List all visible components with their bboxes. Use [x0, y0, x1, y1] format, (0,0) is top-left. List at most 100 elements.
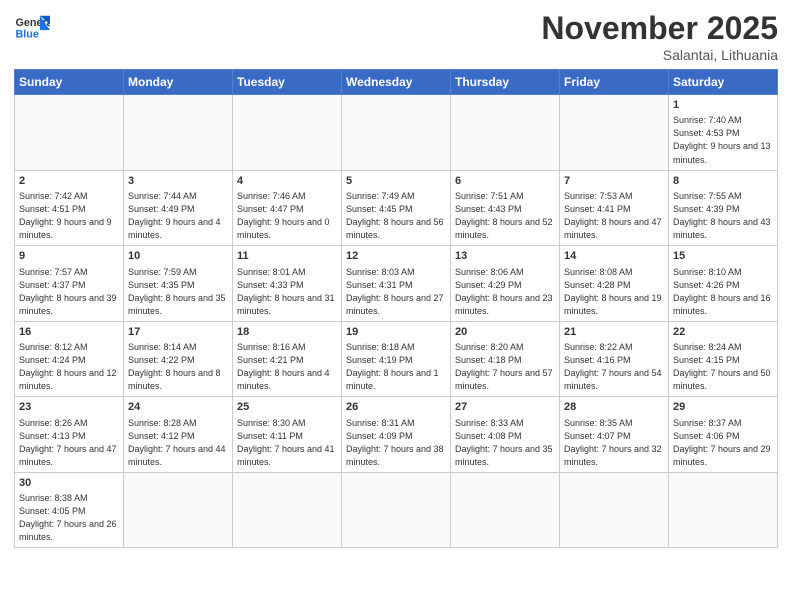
- weekday-header-thursday: Thursday: [451, 70, 560, 95]
- calendar-week-3: 9 Sunrise: 7:57 AM Sunset: 4:37 PM Daylig…: [15, 246, 778, 322]
- calendar-day: [233, 472, 342, 548]
- day-number: 6: [455, 174, 555, 189]
- title-block: November 2025 Salantai, Lithuania: [541, 10, 778, 63]
- calendar-week-2: 2Sunrise: 7:42 AM Sunset: 4:51 PM Daylig…: [15, 170, 778, 246]
- calendar-day: [15, 95, 124, 171]
- day-info: Sunrise: 7:57 AM Sunset: 4:37 PM Dayligh…: [19, 266, 119, 318]
- calendar-day: [124, 95, 233, 171]
- calendar-day: 20Sunrise: 8:20 AM Sunset: 4:18 PM Dayli…: [451, 321, 560, 397]
- calendar-day: 1Sunrise: 7:40 AM Sunset: 4:53 PM Daylig…: [669, 95, 778, 171]
- day-info: Sunrise: 8:06 AM Sunset: 4:29 PM Dayligh…: [455, 266, 555, 318]
- day-info: Sunrise: 8:37 AM Sunset: 4:06 PM Dayligh…: [673, 417, 773, 469]
- day-number: 15: [673, 249, 773, 264]
- day-number: 1: [673, 98, 773, 113]
- calendar-day: 27 Sunrise: 8:33 AM Sunset: 4:08 PM Dayli…: [451, 397, 560, 473]
- weekday-header-row: SundayMondayTuesdayWednesdayThursdayFrid…: [15, 70, 778, 95]
- calendar-day: 2Sunrise: 7:42 AM Sunset: 4:51 PM Daylig…: [15, 170, 124, 246]
- logo-icon: General Blue: [14, 10, 50, 46]
- day-number: 3: [128, 174, 228, 189]
- day-number: 20: [455, 325, 555, 340]
- day-number: 26: [346, 400, 446, 415]
- calendar-day: 12 Sunrise: 8:03 AM Sunset: 4:31 PM Dayli…: [342, 246, 451, 322]
- calendar-day: 29 Sunrise: 8:37 AM Sunset: 4:06 PM Dayli…: [669, 397, 778, 473]
- day-info: Sunrise: 7:44 AM Sunset: 4:49 PM Dayligh…: [128, 190, 228, 242]
- day-info: Sunrise: 8:38 AM Sunset: 4:05 PM Dayligh…: [19, 492, 119, 544]
- weekday-header-tuesday: Tuesday: [233, 70, 342, 95]
- calendar-day: 30Sunrise: 8:38 AM Sunset: 4:05 PM Dayli…: [15, 472, 124, 548]
- calendar-day: [233, 95, 342, 171]
- day-number: 23: [19, 400, 119, 415]
- calendar-day: [669, 472, 778, 548]
- day-number: 18: [237, 325, 337, 340]
- day-info: Sunrise: 8:31 AM Sunset: 4:09 PM Dayligh…: [346, 417, 446, 469]
- page-container: General Blue November 2025 Salantai, Lit…: [0, 0, 792, 558]
- day-info: Sunrise: 8:14 AM Sunset: 4:22 PM Dayligh…: [128, 341, 228, 393]
- calendar-day: 9 Sunrise: 7:57 AM Sunset: 4:37 PM Daylig…: [15, 246, 124, 322]
- calendar-table: SundayMondayTuesdayWednesdayThursdayFrid…: [14, 69, 778, 548]
- calendar-day: 10 Sunrise: 7:59 AM Sunset: 4:35 PM Dayli…: [124, 246, 233, 322]
- day-number: 14: [564, 249, 664, 264]
- calendar-day: 26 Sunrise: 8:31 AM Sunset: 4:09 PM Dayli…: [342, 397, 451, 473]
- day-number: 7: [564, 174, 664, 189]
- weekday-header-monday: Monday: [124, 70, 233, 95]
- weekday-header-saturday: Saturday: [669, 70, 778, 95]
- day-info: Sunrise: 7:49 AM Sunset: 4:45 PM Dayligh…: [346, 190, 446, 242]
- day-info: Sunrise: 7:55 AM Sunset: 4:39 PM Dayligh…: [673, 190, 773, 242]
- calendar-week-6: 30Sunrise: 8:38 AM Sunset: 4:05 PM Dayli…: [15, 472, 778, 548]
- calendar-day: 3Sunrise: 7:44 AM Sunset: 4:49 PM Daylig…: [124, 170, 233, 246]
- day-number: 11: [237, 249, 337, 264]
- calendar-day: 24Sunrise: 8:28 AM Sunset: 4:12 PM Dayli…: [124, 397, 233, 473]
- day-number: 25: [237, 400, 337, 415]
- day-number: 12: [346, 249, 446, 264]
- calendar-day: 17Sunrise: 8:14 AM Sunset: 4:22 PM Dayli…: [124, 321, 233, 397]
- day-number: 10: [128, 249, 228, 264]
- day-info: Sunrise: 8:30 AM Sunset: 4:11 PM Dayligh…: [237, 417, 337, 469]
- day-info: Sunrise: 8:28 AM Sunset: 4:12 PM Dayligh…: [128, 417, 228, 469]
- calendar-day: 4Sunrise: 7:46 AM Sunset: 4:47 PM Daylig…: [233, 170, 342, 246]
- day-info: Sunrise: 8:18 AM Sunset: 4:19 PM Dayligh…: [346, 341, 446, 393]
- calendar-day: 21Sunrise: 8:22 AM Sunset: 4:16 PM Dayli…: [560, 321, 669, 397]
- day-number: 2: [19, 174, 119, 189]
- weekday-header-sunday: Sunday: [15, 70, 124, 95]
- location: Salantai, Lithuania: [541, 47, 778, 63]
- calendar-day: 13 Sunrise: 8:06 AM Sunset: 4:29 PM Dayli…: [451, 246, 560, 322]
- calendar-day: [124, 472, 233, 548]
- day-info: Sunrise: 7:51 AM Sunset: 4:43 PM Dayligh…: [455, 190, 555, 242]
- day-info: Sunrise: 8:20 AM Sunset: 4:18 PM Dayligh…: [455, 341, 555, 393]
- calendar-day: 18Sunrise: 8:16 AM Sunset: 4:21 PM Dayli…: [233, 321, 342, 397]
- day-info: Sunrise: 7:46 AM Sunset: 4:47 PM Dayligh…: [237, 190, 337, 242]
- calendar-week-5: 23 Sunrise: 8:26 AM Sunset: 4:13 PM Dayli…: [15, 397, 778, 473]
- day-info: Sunrise: 8:33 AM Sunset: 4:08 PM Dayligh…: [455, 417, 555, 469]
- day-info: Sunrise: 8:26 AM Sunset: 4:13 PM Dayligh…: [19, 417, 119, 469]
- day-info: Sunrise: 7:53 AM Sunset: 4:41 PM Dayligh…: [564, 190, 664, 242]
- calendar-day: 7Sunrise: 7:53 AM Sunset: 4:41 PM Daylig…: [560, 170, 669, 246]
- calendar-day: [560, 95, 669, 171]
- day-number: 16: [19, 325, 119, 340]
- calendar-day: 28Sunrise: 8:35 AM Sunset: 4:07 PM Dayli…: [560, 397, 669, 473]
- calendar-day: 6Sunrise: 7:51 AM Sunset: 4:43 PM Daylig…: [451, 170, 560, 246]
- day-info: Sunrise: 7:42 AM Sunset: 4:51 PM Dayligh…: [19, 190, 119, 242]
- day-info: Sunrise: 8:12 AM Sunset: 4:24 PM Dayligh…: [19, 341, 119, 393]
- day-number: 22: [673, 325, 773, 340]
- calendar-day: [560, 472, 669, 548]
- month-title: November 2025: [541, 10, 778, 47]
- calendar-day: 11Sunrise: 8:01 AM Sunset: 4:33 PM Dayli…: [233, 246, 342, 322]
- calendar-day: 14 Sunrise: 8:08 AM Sunset: 4:28 PM Dayli…: [560, 246, 669, 322]
- calendar-day: [451, 95, 560, 171]
- calendar-day: 25 Sunrise: 8:30 AM Sunset: 4:11 PM Dayli…: [233, 397, 342, 473]
- day-number: 29: [673, 400, 773, 415]
- day-info: Sunrise: 7:59 AM Sunset: 4:35 PM Dayligh…: [128, 266, 228, 318]
- day-number: 27: [455, 400, 555, 415]
- day-number: 5: [346, 174, 446, 189]
- calendar-week-1: 1Sunrise: 7:40 AM Sunset: 4:53 PM Daylig…: [15, 95, 778, 171]
- day-info: Sunrise: 8:08 AM Sunset: 4:28 PM Dayligh…: [564, 266, 664, 318]
- day-info: Sunrise: 8:03 AM Sunset: 4:31 PM Dayligh…: [346, 266, 446, 318]
- calendar-day: [451, 472, 560, 548]
- header: General Blue November 2025 Salantai, Lit…: [14, 10, 778, 63]
- calendar-day: 5Sunrise: 7:49 AM Sunset: 4:45 PM Daylig…: [342, 170, 451, 246]
- day-number: 13: [455, 249, 555, 264]
- day-number: 9: [19, 249, 119, 264]
- day-info: Sunrise: 8:24 AM Sunset: 4:15 PM Dayligh…: [673, 341, 773, 393]
- day-number: 17: [128, 325, 228, 340]
- day-info: Sunrise: 7:40 AM Sunset: 4:53 PM Dayligh…: [673, 114, 773, 166]
